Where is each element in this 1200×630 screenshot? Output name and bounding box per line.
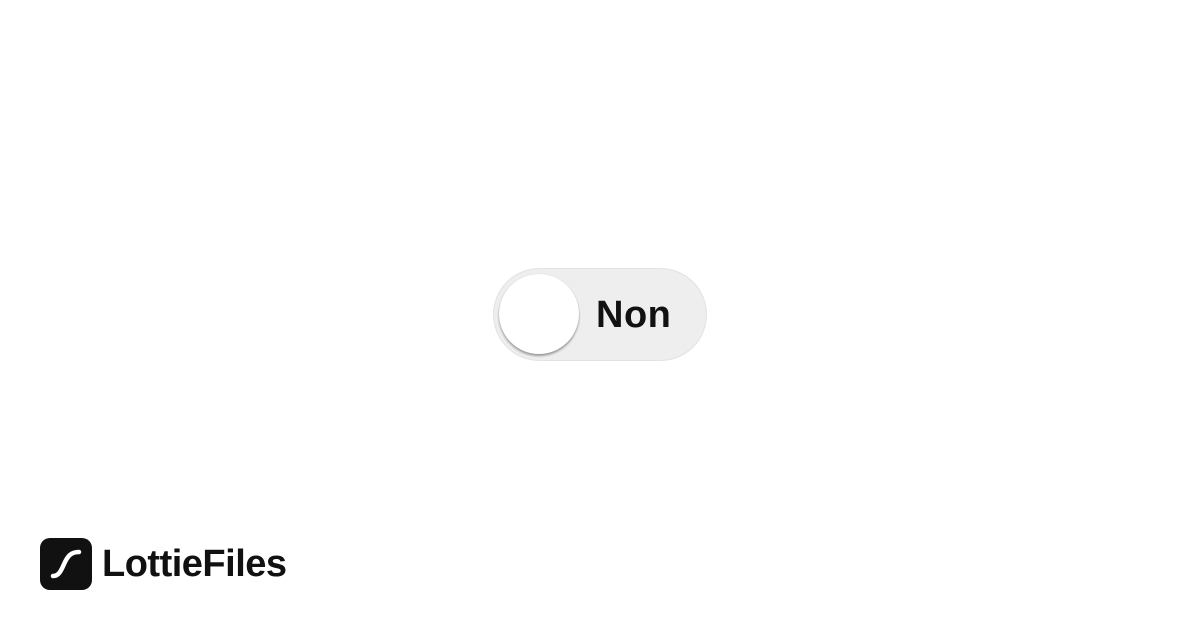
toggle-label: Non (596, 294, 672, 336)
toggle-knob (499, 274, 579, 354)
page-canvas: Non LottieFiles (0, 0, 1200, 630)
lottiefiles-logo-icon (40, 538, 92, 590)
toggle-switch[interactable]: Non (493, 268, 707, 361)
brand-name: LottieFiles (102, 543, 287, 585)
brand-watermark: LottieFiles (40, 538, 287, 590)
